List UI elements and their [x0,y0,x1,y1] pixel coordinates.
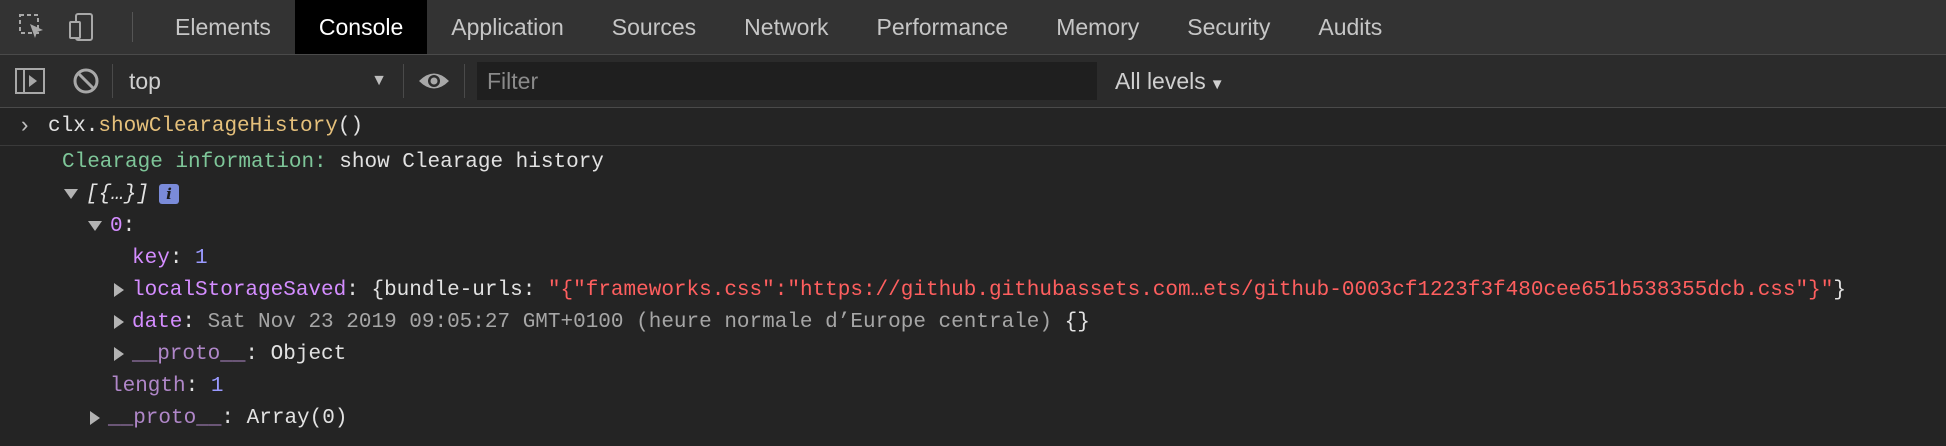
console-output: › clx. showClearageHistory() Clearage inf… [0,108,1946,434]
prop-obj: {} [1051,310,1090,334]
property-proto-object[interactable]: __proto__: Object [0,338,1946,370]
prop-name: __proto__ [132,342,246,366]
prop-name: key [132,246,170,270]
input-object: clx. [48,115,99,138]
console-input-line: › clx. showClearageHistory() [0,108,1946,146]
array-summary: [{…}] [86,182,150,206]
tab-sources[interactable]: Sources [588,0,720,54]
collapse-arrow-icon[interactable] [114,283,124,297]
panel-tabs: Elements Console Application Sources Net… [151,0,1406,54]
info-icon[interactable]: i [159,184,180,204]
prop-value: Object [270,342,347,366]
prop-value: Array(0) [246,406,348,430]
prop-value: Sat Nov 23 2019 09:05:27 GMT+0100 (heure… [207,310,1052,334]
prop-name: localStorageSaved [132,278,347,302]
input-args: () [337,115,364,138]
property-proto-array[interactable]: __proto__: Array(0) [0,402,1946,434]
property-date[interactable]: date: Sat Nov 23 2019 09:05:27 GMT+0100 … [0,306,1946,338]
tab-network[interactable]: Network [720,0,852,54]
filter-input[interactable] [477,62,1097,100]
collapse-arrow-icon[interactable] [90,411,100,425]
prop-name: length [110,374,186,398]
tab-console[interactable]: Console [294,0,428,54]
input-function: showClearageHistory [98,115,338,138]
prop-close: } [1833,278,1846,302]
prop-value: 1 [210,374,224,398]
tab-performance[interactable]: Performance [853,0,1033,54]
collapse-arrow-icon[interactable] [114,347,124,361]
devtools-tabbar: Elements Console Application Sources Net… [0,0,1946,55]
property-key: key: 1 [132,246,208,270]
tab-application[interactable]: Application [427,0,588,54]
property-length: length: 1 [110,374,224,398]
tabbar-separator [132,12,133,42]
log-message: Clearage information: show Clearage hist… [0,146,1946,178]
expand-arrow-icon[interactable] [88,221,102,231]
console-toolbar: top ▼ All levels▼ [0,55,1946,108]
prop-name: __proto__ [108,406,222,430]
dropdown-arrow-icon: ▼ [371,72,387,89]
index-key: 0 [110,214,123,238]
context-selector[interactable]: top ▼ [113,68,403,95]
context-value: top [129,67,161,94]
tab-memory[interactable]: Memory [1032,0,1163,54]
sidebar-toggle-icon[interactable] [0,67,60,95]
collapse-arrow-icon[interactable] [114,315,124,329]
info-text: show Clearage history [326,150,604,174]
prop-name: date [132,310,183,334]
log-levels-label: All levels [1115,67,1206,94]
dropdown-arrow-icon: ▼ [1209,75,1225,93]
toolbar-separator [464,64,465,98]
tab-security[interactable]: Security [1163,0,1294,54]
array-root[interactable]: [{…}] i [0,178,1946,210]
clear-console-icon[interactable] [60,67,112,95]
prop-string-value: "{"frameworks.css":"https://github.githu… [547,278,1834,302]
info-label: Clearage information: [62,150,327,174]
array-item-0[interactable]: 0: [0,210,1946,242]
expand-arrow-icon[interactable] [64,189,78,199]
prop-value: 1 [195,246,208,270]
prop-open: {bundle-urls: [371,278,548,302]
tabbar-icons [0,0,120,54]
inspect-element-icon[interactable] [18,13,46,41]
tab-elements[interactable]: Elements [151,0,295,54]
eye-icon[interactable] [404,70,464,92]
property-localstorage[interactable]: localStorageSaved: {bundle-urls: "{"fram… [0,274,1946,306]
device-toolbar-icon[interactable] [68,12,96,42]
prompt-chevron-icon: › [18,114,32,139]
tab-audits[interactable]: Audits [1294,0,1406,54]
log-levels-dropdown[interactable]: All levels ▼ [1115,68,1225,95]
